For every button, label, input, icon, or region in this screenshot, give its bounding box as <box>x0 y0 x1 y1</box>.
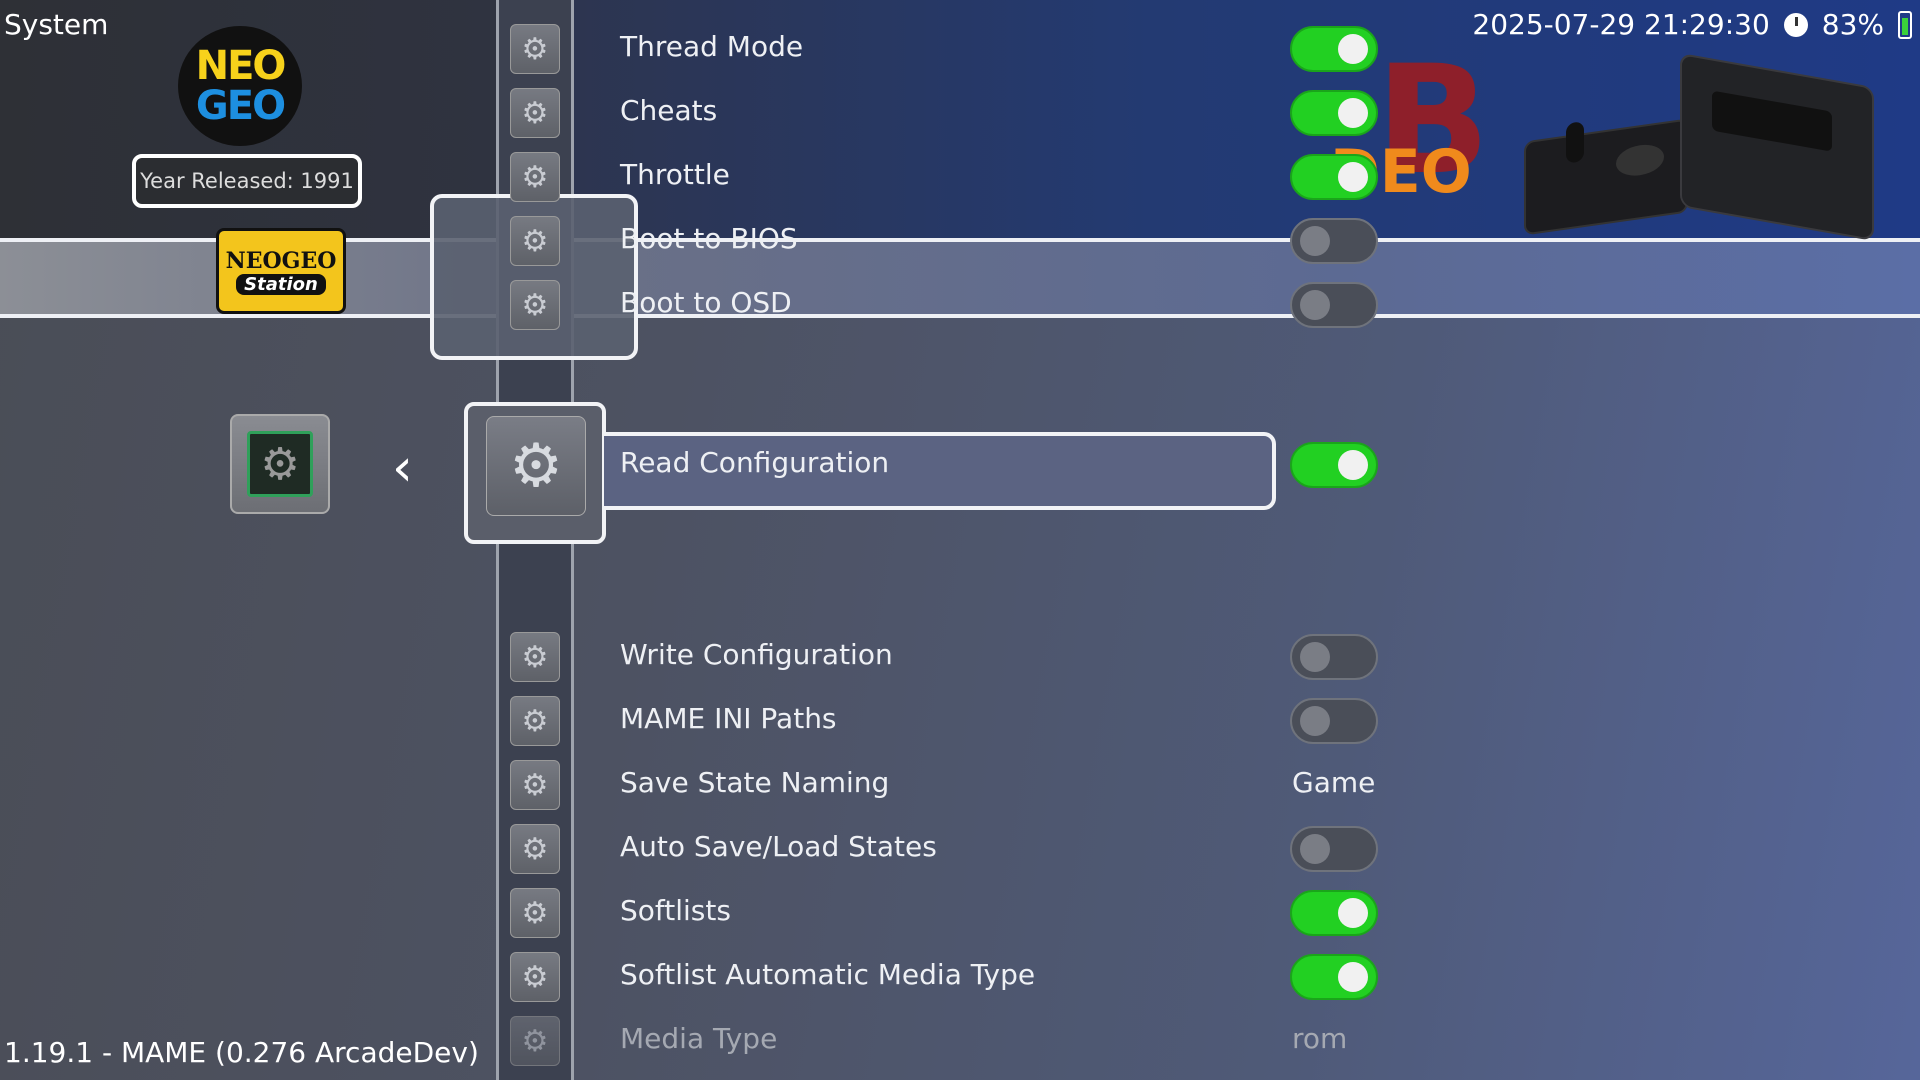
gear-icon: ⚙ <box>510 888 560 938</box>
toggle-mame-ini-paths[interactable] <box>1290 698 1378 744</box>
toggle-knob <box>1300 226 1330 256</box>
status-bar: 2025-07-29 21:29:30 83% <box>1472 8 1912 41</box>
gear-icon: ⚙ <box>510 152 560 202</box>
setting-write-configuration[interactable]: Write Configuration <box>620 638 893 671</box>
toggle-knob <box>1338 34 1368 64</box>
toggle-knob <box>1300 706 1330 736</box>
toggle-boot-to-osd[interactable] <box>1290 282 1378 328</box>
toggle-knob <box>1300 642 1330 672</box>
toggle-knob <box>1338 162 1368 192</box>
setting-boot-to-bios[interactable]: Boot to BIOS <box>620 222 798 255</box>
setting-cheats[interactable]: Cheats <box>620 94 717 127</box>
setting-save-state-naming[interactable]: Save State Naming <box>620 766 889 799</box>
toggle-thread-mode[interactable] <box>1290 26 1378 72</box>
value-save-state-naming[interactable]: Game <box>1292 766 1375 799</box>
system-settings-category[interactable]: ⚙ <box>230 414 330 514</box>
back-arrow-icon[interactable]: ‹ <box>392 438 413 498</box>
setting-softlist-automatic-media-type[interactable]: Softlist Automatic Media Type <box>620 958 1035 991</box>
toggle-knob <box>1300 290 1330 320</box>
neogeo-station-logo[interactable]: NEOGEO Station <box>216 228 346 314</box>
toggle-softlist-automatic-media-type[interactable] <box>1290 954 1378 1000</box>
gear-icon-selected[interactable]: ⚙ <box>486 416 586 516</box>
toggle-cheats[interactable] <box>1290 90 1378 136</box>
toggle-auto-save-load-states[interactable] <box>1290 826 1378 872</box>
setting-thread-mode[interactable]: Thread Mode <box>620 30 803 63</box>
setting-throttle[interactable]: Throttle <box>620 158 730 191</box>
section-title: System <box>4 8 109 41</box>
gear-icon: ⚙ <box>510 952 560 1002</box>
console-unit <box>1680 52 1874 242</box>
toggle-softlists[interactable] <box>1290 890 1378 936</box>
toggle-knob <box>1338 98 1368 128</box>
gear-icon: ⚙ <box>510 216 560 266</box>
gear-icon: ⚙ <box>510 632 560 682</box>
toggle-write-configuration[interactable] <box>1290 634 1378 680</box>
neogeo-logo: NEO GEO <box>178 26 302 146</box>
arcade-stick <box>1524 118 1688 236</box>
gear-icon: ⚙ <box>510 1016 560 1066</box>
datetime: 2025-07-29 21:29:30 <box>1472 8 1770 41</box>
chip-gear-icon: ⚙ <box>247 431 313 497</box>
toggle-boot-to-bios[interactable] <box>1290 218 1378 264</box>
toggle-knob <box>1338 962 1368 992</box>
setting-boot-to-osd[interactable]: Boot to OSD <box>620 286 792 319</box>
gear-icon: ⚙ <box>510 760 560 810</box>
toggle-knob <box>1300 834 1330 864</box>
toggle-read-configuration[interactable] <box>1290 442 1378 488</box>
value-media-type[interactable]: rom <box>1292 1022 1347 1055</box>
neogeo-console-image <box>1520 52 1880 242</box>
gear-icon: ⚙ <box>510 280 560 330</box>
setting-read-configuration[interactable]: Read Configuration <box>620 446 889 479</box>
setting-media-type[interactable]: Media Type <box>620 1022 777 1055</box>
setting-mame-ini-paths[interactable]: MAME INI Paths <box>620 702 837 735</box>
year-released-badge: Year Released: 1991 <box>132 154 362 208</box>
gear-icon: ⚙ <box>510 88 560 138</box>
toggle-knob <box>1338 898 1368 928</box>
toggle-knob <box>1338 450 1368 480</box>
battery-icon <box>1898 10 1912 39</box>
gear-icon: ⚙ <box>510 24 560 74</box>
toggle-throttle[interactable] <box>1290 154 1378 200</box>
setting-softlists[interactable]: Softlists <box>620 894 731 927</box>
setting-auto-save-load-states[interactable]: Auto Save/Load States <box>620 830 937 863</box>
version-label: 1.19.1 - MAME (0.276 ArcadeDev) <box>4 1036 479 1069</box>
battery-percent: 83% <box>1821 8 1884 41</box>
clock-icon <box>1783 12 1808 37</box>
gear-icon: ⚙ <box>510 696 560 746</box>
gear-icon: ⚙ <box>510 824 560 874</box>
